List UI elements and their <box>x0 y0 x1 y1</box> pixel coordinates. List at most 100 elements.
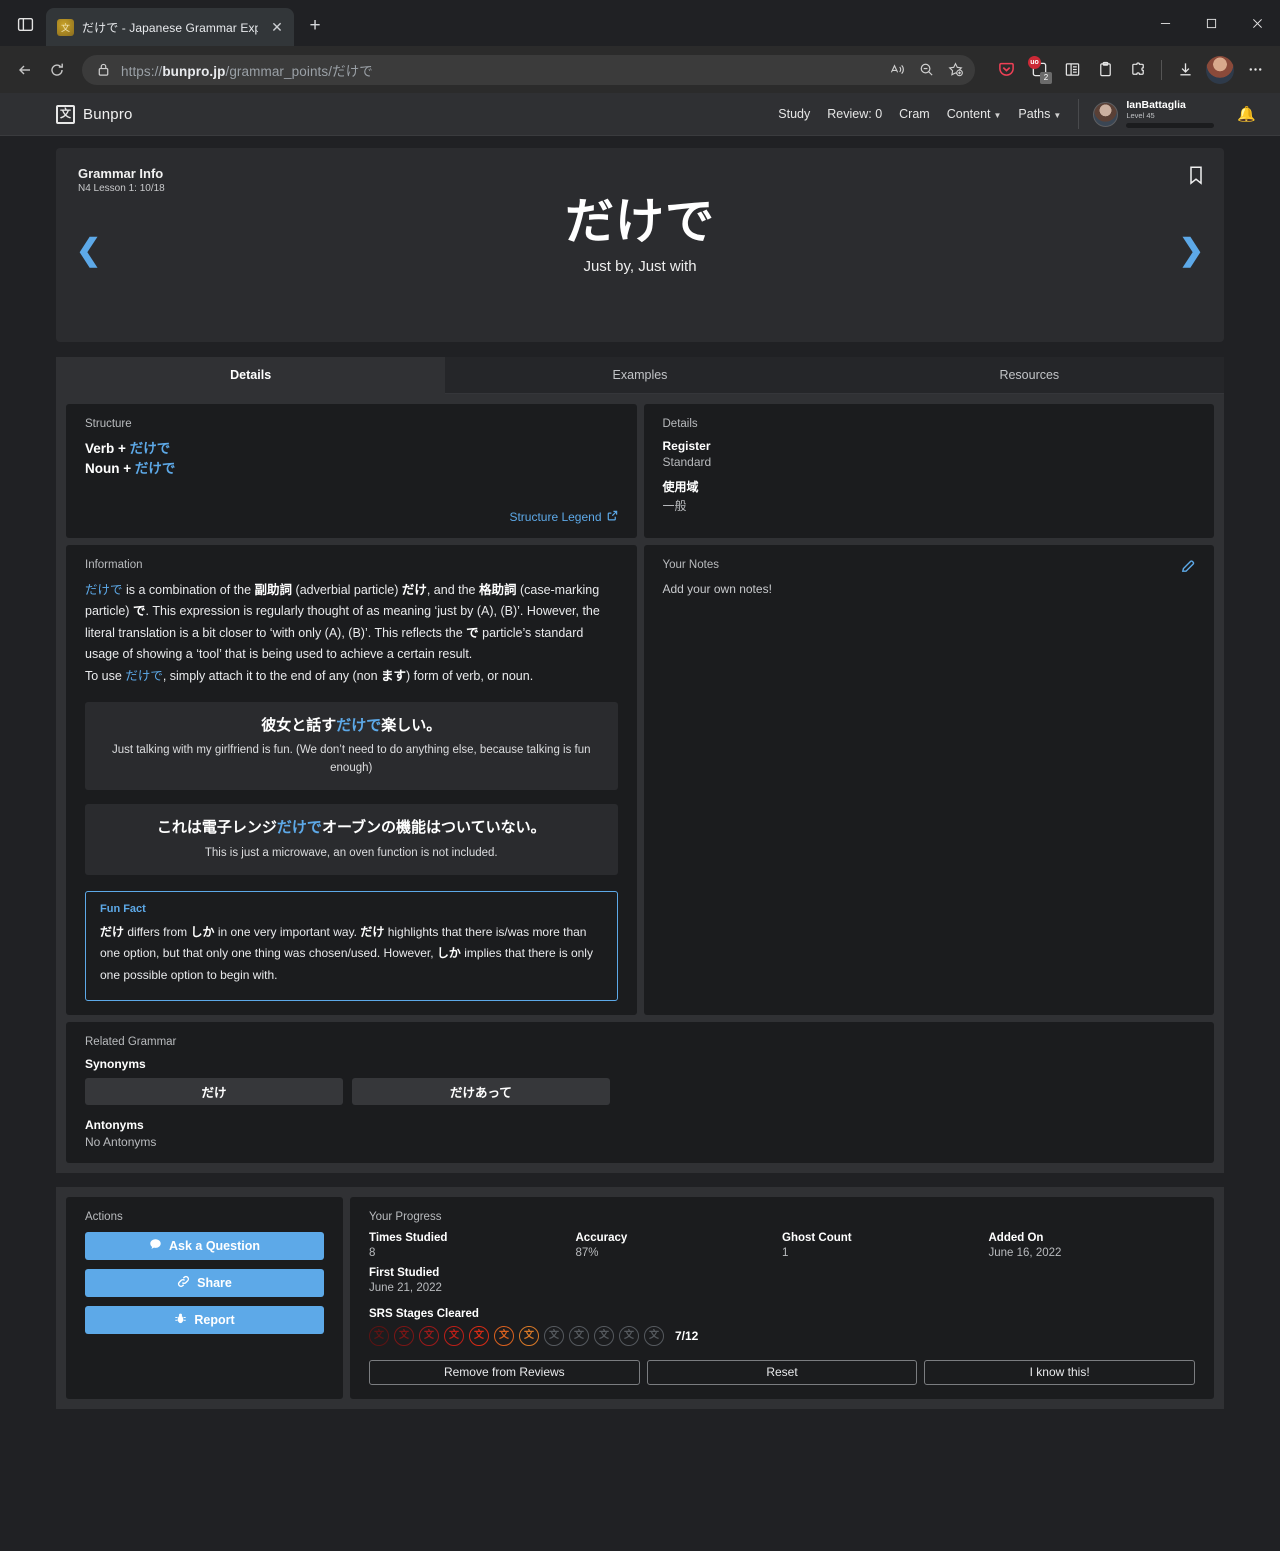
window-controls <box>1142 0 1280 46</box>
stat-key: Accuracy <box>575 1231 628 1244</box>
pocket-icon[interactable] <box>991 55 1021 85</box>
srs-stage-dot-empty: 文 <box>544 1325 564 1346</box>
progress-stats-grid: Times Studied 8 Accuracy 87% Ghost Count… <box>369 1232 1195 1302</box>
page-content: Grammar Info N4 Lesson 1: 10/18 だけで Just… <box>0 148 1280 1409</box>
synonym-chip[interactable]: だけあって <box>352 1077 610 1105</box>
browser-chrome: 文 だけで - Japanese Grammar Expla ✕ + https… <box>0 0 1280 93</box>
bunpro-logo-icon: 文 <box>56 104 75 124</box>
user-menu[interactable]: IanBattaglia Level 45 <box>1078 99 1215 129</box>
pencil-icon[interactable] <box>1181 559 1195 578</box>
brand-logo-link[interactable]: 文 Bunpro <box>56 104 133 124</box>
structure-legend-link[interactable]: Structure Legend <box>85 510 618 524</box>
tab-examples[interactable]: Examples <box>445 357 835 394</box>
address-bar[interactable]: https://bunpro.jp/grammar_points/だけで <box>82 54 975 85</box>
grammar-info-title: Grammar Info <box>78 166 164 181</box>
top-cards-row: Structure Verb + だけで Noun + だけで Structur… <box>66 404 1214 1015</box>
bookmark-icon[interactable] <box>1188 165 1204 190</box>
notes-placeholder[interactable]: Add your own notes! <box>663 582 1196 596</box>
content-tabs: Details Examples Resources <box>56 357 1224 394</box>
detail-key: 使用域 <box>662 480 699 494</box>
antonyms-value: No Antonyms <box>85 1134 157 1149</box>
srs-stage-dot-cleared: 文 <box>469 1325 489 1346</box>
stat-times-studied: Times Studied 8 <box>369 1232 576 1259</box>
srs-stage-dot-cleared: 文 <box>519 1325 539 1346</box>
stat-first-studied: First Studied June 21, 2022 <box>369 1267 576 1294</box>
minimize-icon[interactable] <box>1142 0 1188 46</box>
srs-stage-dot-cleared: 文 <box>394 1325 414 1346</box>
report-button[interactable]: Report <box>85 1305 324 1334</box>
puzzle-extension-icon[interactable] <box>1123 55 1153 85</box>
grammar-meaning: Just by, Just with <box>583 258 697 276</box>
share-button[interactable]: Share <box>85 1268 324 1297</box>
detail-key: Register <box>662 439 711 453</box>
stat-key: First Studied <box>369 1266 440 1279</box>
nav-item-cram[interactable]: Cram <box>899 107 930 121</box>
grammar-term: だけで <box>564 195 715 249</box>
details-card: Details Register Standard 使用域 一般 <box>643 404 1214 538</box>
maximize-icon[interactable] <box>1188 0 1234 46</box>
synonym-chip[interactable]: だけ <box>85 1077 343 1105</box>
collections-icon[interactable] <box>1057 55 1087 85</box>
chat-icon <box>149 1238 162 1254</box>
notifications-bell-icon[interactable]: 🔔 <box>1237 105 1256 123</box>
reset-button[interactable]: Reset <box>646 1359 918 1385</box>
srs-stages-row: 文文文文文文文文文文文文 7/12 <box>369 1325 1195 1346</box>
more-options-icon[interactable] <box>1240 55 1270 85</box>
zoom-out-icon[interactable] <box>912 56 940 84</box>
ultrablock-icon[interactable]: uo 2 <box>1024 55 1054 85</box>
navigation-toolbar: https://bunpro.jp/grammar_points/だけで uo … <box>0 46 1280 93</box>
profile-avatar[interactable] <box>1206 55 1234 84</box>
srs-stage-dot-empty: 文 <box>569 1325 589 1346</box>
chevron-down-icon: ▼ <box>1053 111 1062 120</box>
nav-item-content[interactable]: Content ▼ <box>947 107 1002 121</box>
related-grammar-label: Related Grammar <box>85 1035 177 1048</box>
remove-from-reviews-button[interactable]: Remove from Reviews <box>369 1359 640 1385</box>
site-nav: Study Review: 0 Cram Content ▼ Paths ▼ Ian… <box>778 99 1256 129</box>
fun-fact-title: Fun Fact <box>100 902 146 915</box>
srs-stage-dot-cleared: 文 <box>419 1325 439 1346</box>
url-text: https://bunpro.jp/grammar_points/だけで <box>121 63 373 79</box>
your-progress-card: Your Progress Times Studied 8 Accuracy 8… <box>350 1196 1214 1399</box>
next-grammar-arrow[interactable]: ❯ <box>1179 236 1204 266</box>
example-english: This is just a microwave, an oven functi… <box>204 846 498 859</box>
favicon-icon: 文 <box>57 18 74 36</box>
related-grammar-card: Related Grammar Synonyms だけ だけあって Antony… <box>66 1021 1214 1163</box>
close-window-icon[interactable] <box>1234 0 1280 46</box>
information-label: Information <box>85 558 143 571</box>
tab-resources[interactable]: Resources <box>834 357 1224 394</box>
downloads-icon[interactable] <box>1170 55 1200 85</box>
stat-value: 87% <box>575 1246 599 1259</box>
nav-item-paths[interactable]: Paths ▼ <box>1018 107 1061 121</box>
share-label: Share <box>197 1275 232 1290</box>
bunpro-site: 文 Bunpro Study Review: 0 Cram Content ▼ P… <box>0 93 1280 1409</box>
structure-card: Structure Verb + だけで Noun + だけで Structur… <box>66 404 637 538</box>
nav-item-study[interactable]: Study <box>778 107 810 121</box>
browser-tab[interactable]: 文 だけで - Japanese Grammar Expla ✕ <box>46 8 294 46</box>
previous-grammar-arrow[interactable]: ❮ <box>76 236 101 266</box>
close-icon[interactable]: ✕ <box>266 16 288 38</box>
srs-stage-count: 7/12 <box>675 1328 699 1343</box>
actions-label: Actions <box>85 1210 123 1223</box>
tab-list-icon[interactable] <box>8 7 42 41</box>
reload-icon[interactable] <box>42 55 72 85</box>
example-japanese: 彼女と話すだけで楽しい。 <box>261 716 442 734</box>
i-know-this-button[interactable]: I know this! <box>924 1359 1195 1385</box>
link-icon <box>177 1275 190 1291</box>
stat-key: Added On <box>988 1231 1044 1244</box>
report-label: Report <box>194 1312 235 1327</box>
clipboard-icon[interactable] <box>1090 55 1120 85</box>
tab-details[interactable]: Details <box>56 357 446 394</box>
read-aloud-icon[interactable] <box>883 56 911 84</box>
information-card: Information だけで is a combination of the … <box>66 544 637 1015</box>
srs-stage-dot-cleared: 文 <box>494 1325 514 1346</box>
add-favorite-icon[interactable] <box>941 56 969 84</box>
avatar <box>1093 101 1119 127</box>
nav-item-review[interactable]: Review: 0 <box>827 107 882 121</box>
new-tab-button[interactable]: + <box>300 11 330 41</box>
ask-a-question-button[interactable]: Ask a Question <box>85 1231 324 1260</box>
actions-card: Actions Ask a Question Share Report <box>66 1196 343 1399</box>
back-icon[interactable] <box>10 55 40 85</box>
srs-stage-dot-empty: 文 <box>644 1325 664 1346</box>
chevron-down-icon: ▼ <box>993 111 1002 120</box>
progress-buttons: Remove from Reviews Reset I know this! <box>369 1359 1195 1385</box>
